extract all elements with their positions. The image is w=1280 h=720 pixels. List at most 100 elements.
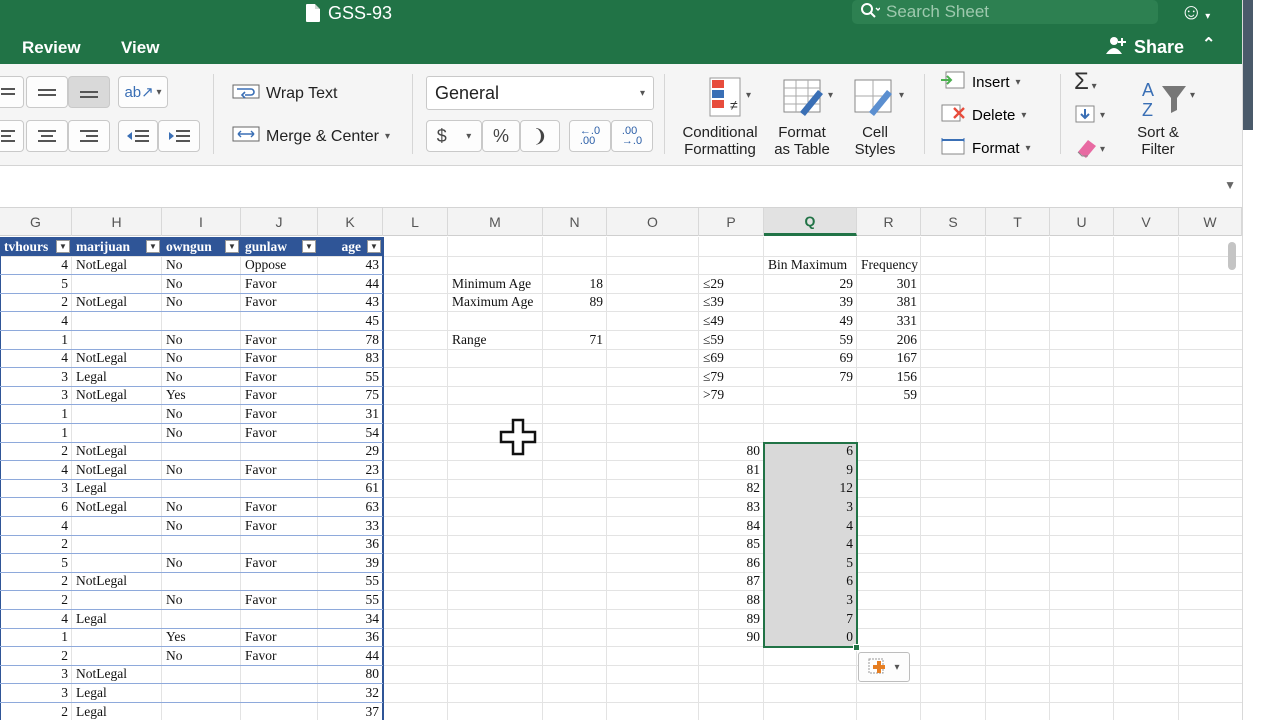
column-header-p[interactable]: P bbox=[699, 208, 764, 236]
tab-review[interactable]: Review bbox=[22, 38, 81, 58]
stat-value[interactable]: 89 bbox=[543, 293, 607, 312]
table-cell[interactable]: 39 bbox=[318, 554, 383, 573]
table-cell[interactable]: 31 bbox=[318, 405, 383, 424]
table-cell[interactable]: 4 bbox=[0, 256, 72, 275]
table-cell[interactable]: Favor bbox=[241, 331, 318, 350]
table-cell[interactable]: NotLegal bbox=[72, 386, 162, 405]
table-cell[interactable]: 1 bbox=[0, 331, 72, 350]
stat-label[interactable]: Minimum Age bbox=[448, 275, 543, 294]
fill-handle[interactable] bbox=[853, 644, 860, 652]
table-cell[interactable]: 1 bbox=[0, 424, 72, 443]
frequency-value[interactable]: 301 bbox=[857, 275, 921, 294]
table-cell[interactable] bbox=[72, 628, 162, 647]
table-cell[interactable]: NotLegal bbox=[72, 461, 162, 480]
table-cell[interactable]: 34 bbox=[318, 610, 383, 629]
table-cell[interactable]: No bbox=[162, 293, 241, 312]
table-cell[interactable]: 44 bbox=[318, 275, 383, 294]
table-cell[interactable]: NotLegal bbox=[72, 665, 162, 684]
table-cell[interactable]: Legal bbox=[72, 684, 162, 703]
table-cell[interactable]: 3 bbox=[0, 368, 72, 387]
column-header-m[interactable]: M bbox=[448, 208, 543, 236]
table-cell[interactable]: 23 bbox=[318, 461, 383, 480]
table-cell[interactable]: No bbox=[162, 461, 241, 480]
align-right-button[interactable] bbox=[68, 120, 110, 152]
table-cell[interactable]: Yes bbox=[162, 628, 241, 647]
table-header-gunlaw[interactable]: gunlaw bbox=[241, 237, 302, 256]
table-cell[interactable] bbox=[241, 479, 318, 498]
column-header-o[interactable]: O bbox=[607, 208, 699, 236]
table-cell[interactable]: Favor bbox=[241, 275, 318, 294]
vertical-scrollbar-thumb[interactable] bbox=[1228, 242, 1236, 270]
table-cell[interactable]: No bbox=[162, 275, 241, 294]
bin-label[interactable]: ≤29 bbox=[699, 275, 764, 294]
align-middle-button[interactable] bbox=[26, 76, 68, 108]
bin-maximum-value[interactable]: 59 bbox=[764, 331, 857, 350]
search-sheet-input[interactable]: Search Sheet bbox=[852, 0, 1158, 24]
table-cell[interactable] bbox=[162, 703, 241, 720]
format-cells-button[interactable]: Format ▾ bbox=[940, 136, 1031, 160]
table-cell[interactable] bbox=[72, 647, 162, 666]
table-cell[interactable]: 36 bbox=[318, 535, 383, 554]
table-cell[interactable]: 4 bbox=[0, 461, 72, 480]
table-cell[interactable]: Favor bbox=[241, 405, 318, 424]
table-cell[interactable]: 75 bbox=[318, 386, 383, 405]
frequency-value[interactable]: 167 bbox=[857, 349, 921, 368]
table-cell[interactable]: 37 bbox=[318, 703, 383, 720]
age-value[interactable]: 82 bbox=[699, 479, 764, 498]
column-header-l[interactable]: L bbox=[383, 208, 448, 236]
bin-maximum-value[interactable]: 69 bbox=[764, 349, 857, 368]
bin-label[interactable]: >79 bbox=[699, 386, 764, 405]
table-cell[interactable]: No bbox=[162, 368, 241, 387]
delete-cells-button[interactable]: Delete ▾ bbox=[940, 103, 1026, 127]
table-cell[interactable]: 6 bbox=[0, 498, 72, 517]
table-cell[interactable]: 2 bbox=[0, 535, 72, 554]
column-header-h[interactable]: H bbox=[72, 208, 162, 236]
clear-eraser-icon[interactable]: ▾ bbox=[1074, 136, 1108, 163]
table-cell[interactable]: 3 bbox=[0, 386, 72, 405]
bin-label[interactable]: ≤49 bbox=[699, 312, 764, 331]
table-cell[interactable]: Favor bbox=[241, 424, 318, 443]
comma-style-button[interactable]: ❩ bbox=[520, 120, 560, 152]
column-header-u[interactable]: U bbox=[1050, 208, 1114, 236]
table-cell[interactable]: Favor bbox=[241, 368, 318, 387]
table-cell[interactable]: 63 bbox=[318, 498, 383, 517]
table-cell[interactable]: Favor bbox=[241, 647, 318, 666]
table-cell[interactable]: NotLegal bbox=[72, 498, 162, 517]
table-cell[interactable] bbox=[162, 312, 241, 331]
table-cell[interactable]: 5 bbox=[0, 554, 72, 573]
table-cell[interactable]: Legal bbox=[72, 610, 162, 629]
table-cell[interactable]: Favor bbox=[241, 349, 318, 368]
table-cell[interactable]: Legal bbox=[72, 368, 162, 387]
align-center-button[interactable] bbox=[26, 120, 68, 152]
column-header-r[interactable]: R bbox=[857, 208, 921, 236]
table-cell[interactable]: No bbox=[162, 331, 241, 350]
table-cell[interactable] bbox=[241, 572, 318, 591]
merge-dropdown-chevron-icon[interactable]: ▾ bbox=[385, 131, 390, 142]
table-cell[interactable]: 43 bbox=[318, 293, 383, 312]
expand-formula-bar-chevron-down-icon[interactable]: ▼ bbox=[1224, 178, 1236, 192]
bin-maximum-header[interactable]: Bin Maximum bbox=[764, 256, 859, 275]
autosum-sigma-icon[interactable]: Σ ▾ bbox=[1074, 68, 1097, 96]
align-top-button[interactable] bbox=[0, 76, 24, 108]
age-value[interactable]: 81 bbox=[699, 461, 764, 480]
align-bottom-button[interactable] bbox=[68, 76, 110, 108]
table-header-tvhours[interactable]: tvhours bbox=[0, 237, 56, 256]
frequency-value[interactable]: 206 bbox=[857, 331, 921, 350]
table-cell[interactable]: Favor bbox=[241, 554, 318, 573]
cell-styles-button[interactable]: ▾ Cell Styles bbox=[844, 74, 906, 158]
table-cell[interactable]: 2 bbox=[0, 293, 72, 312]
bin-maximum-value[interactable]: 49 bbox=[764, 312, 857, 331]
table-cell[interactable]: 3 bbox=[0, 665, 72, 684]
table-cell[interactable]: No bbox=[162, 405, 241, 424]
table-cell[interactable]: 55 bbox=[318, 591, 383, 610]
age-value[interactable]: 84 bbox=[699, 517, 764, 536]
frequency-value[interactable]: 381 bbox=[857, 293, 921, 312]
bin-maximum-value[interactable]: 29 bbox=[764, 275, 857, 294]
table-cell[interactable]: Favor bbox=[241, 591, 318, 610]
column-header-j[interactable]: J bbox=[241, 208, 318, 236]
table-cell[interactable] bbox=[241, 665, 318, 684]
table-header-owngun[interactable]: owngun bbox=[162, 237, 225, 256]
table-cell[interactable] bbox=[241, 684, 318, 703]
decrease-indent-button[interactable] bbox=[118, 120, 158, 152]
formula-bar[interactable]: ▼ bbox=[0, 166, 1242, 208]
